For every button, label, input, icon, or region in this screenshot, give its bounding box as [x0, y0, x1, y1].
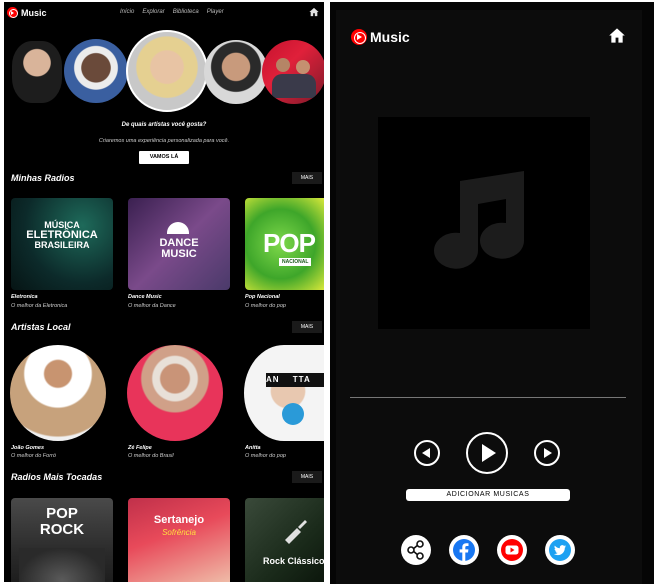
card-art-text: POP [46, 505, 78, 522]
left-app-screen: Music Início Explorar Biblioteca Player … [4, 2, 324, 582]
twitter-button[interactable] [545, 535, 575, 565]
facebook-button[interactable] [449, 535, 479, 565]
artist-photo-ze-felipe[interactable] [127, 345, 223, 441]
card-art-text: Sertanejo [153, 514, 205, 526]
youtube-button[interactable] [497, 535, 527, 565]
card-title: Pop Nacional [245, 294, 280, 300]
share-button[interactable] [401, 535, 431, 565]
card-art-text: NACIONAL [279, 258, 312, 266]
radios-more-button[interactable]: MAIS [292, 172, 322, 184]
play-icon [482, 444, 496, 462]
artist-picker-carousel [4, 30, 324, 116]
top-more-button[interactable]: MAIS [292, 471, 322, 483]
player-screen: Music ADICIONAR MUSICAS [330, 2, 654, 584]
card-subtitle: O melhor do pop [245, 303, 286, 309]
artist-photo-selected[interactable] [126, 30, 208, 112]
card-title: Eletronica [11, 294, 38, 300]
home-icon[interactable] [309, 7, 319, 17]
music-note-icon [434, 171, 524, 269]
facebook-icon [453, 539, 475, 561]
section-title-local: Artistas Local [11, 322, 71, 332]
onboarding-question: De quais artistas você gosta? [121, 122, 207, 128]
main-nav: Início Explorar Biblioteca Player [120, 9, 224, 15]
player-brand-label: Music [370, 29, 410, 45]
nav-explorar[interactable]: Explorar [142, 9, 164, 15]
home-icon[interactable] [608, 27, 626, 44]
band-photo [19, 548, 105, 582]
player-logo[interactable]: Music [351, 29, 410, 45]
card-title: João Gomes [11, 445, 45, 451]
vamos-la-button[interactable]: VAMOS LÁ [139, 151, 189, 164]
local-more-button[interactable]: MAIS [292, 321, 322, 333]
card-art-text: ROCK [39, 521, 85, 538]
previous-button[interactable] [414, 440, 440, 466]
anitta-art-text: AN [266, 375, 280, 384]
artist-photo-anitta[interactable]: AN TTA [244, 345, 324, 441]
card-art-text: POP [263, 228, 316, 258]
card-art-text: BRASILEIRA [34, 240, 90, 250]
next-icon [544, 448, 552, 458]
artist-photo[interactable] [204, 40, 268, 104]
vinyl-icon [167, 222, 189, 234]
radio-card-dance[interactable]: DANCE MUSIC [128, 198, 230, 290]
previous-icon [422, 448, 430, 458]
album-art-placeholder [378, 117, 590, 329]
play-button[interactable] [466, 432, 508, 474]
youtube-icon [501, 539, 523, 561]
left-brand-label: Music [21, 7, 47, 18]
progress-divider[interactable] [350, 397, 626, 398]
onboarding-subtitle: Criaremos uma experiência personalizada … [98, 138, 230, 144]
left-topbar: Music Início Explorar Biblioteca Player [4, 2, 324, 24]
section-title-top: Radios Mais Tocadas [11, 472, 103, 482]
add-music-button[interactable]: ADICIONAR MUSICAS [406, 489, 570, 501]
next-button[interactable] [534, 440, 560, 466]
radio-card-eletronica[interactable]: MÚSICA ELETRÔNICA BRASILEIRA [11, 198, 113, 290]
left-logo[interactable]: Music [7, 7, 47, 18]
radio-card-sertanejo[interactable]: Sertanejo Sofrência [128, 498, 230, 582]
guitar-icon [285, 520, 307, 544]
card-subtitle: O melhor do Brasil [128, 453, 174, 459]
player-panel: Music ADICIONAR MUSICAS [336, 10, 642, 584]
radio-card-pop[interactable]: POP NACIONAL [245, 198, 324, 290]
nav-player[interactable]: Player [207, 9, 224, 15]
card-subtitle: O melhor da Eletronica [11, 303, 68, 309]
anitta-art-text: TTA [292, 375, 311, 384]
card-title: Zé Felipe [128, 445, 152, 451]
artist-photo[interactable] [262, 40, 324, 104]
card-subtitle: O melhor do pop [245, 453, 286, 459]
radio-card-rock-classico[interactable]: Rock Clássico [245, 498, 324, 582]
youtube-music-icon [351, 29, 367, 45]
youtube-music-icon [7, 7, 18, 18]
artist-photo-joao-gomes[interactable] [10, 345, 106, 441]
card-title: Anitta [245, 445, 261, 451]
artist-photo[interactable] [12, 41, 62, 103]
share-icon [407, 540, 424, 560]
card-art-text: MUSIC [161, 248, 197, 260]
nav-biblioteca[interactable]: Biblioteca [173, 9, 199, 15]
radio-card-pop-rock[interactable]: POP ROCK [11, 498, 113, 582]
section-title-radios: Minhas Radios [11, 173, 75, 183]
card-subtitle: O melhor do Forró [11, 453, 56, 459]
nav-inicio[interactable]: Início [120, 9, 134, 15]
twitter-icon [549, 539, 571, 561]
card-art-text: ELETRÔNICA [26, 229, 98, 241]
card-title: Dance Music [128, 294, 162, 300]
artist-photo[interactable] [64, 39, 128, 103]
card-art-text: Rock Clássico [263, 556, 324, 566]
card-subtitle: O melhor da Dance [128, 303, 176, 309]
sticker-graphic [282, 403, 304, 425]
card-art-text: Sofrência [162, 528, 196, 537]
